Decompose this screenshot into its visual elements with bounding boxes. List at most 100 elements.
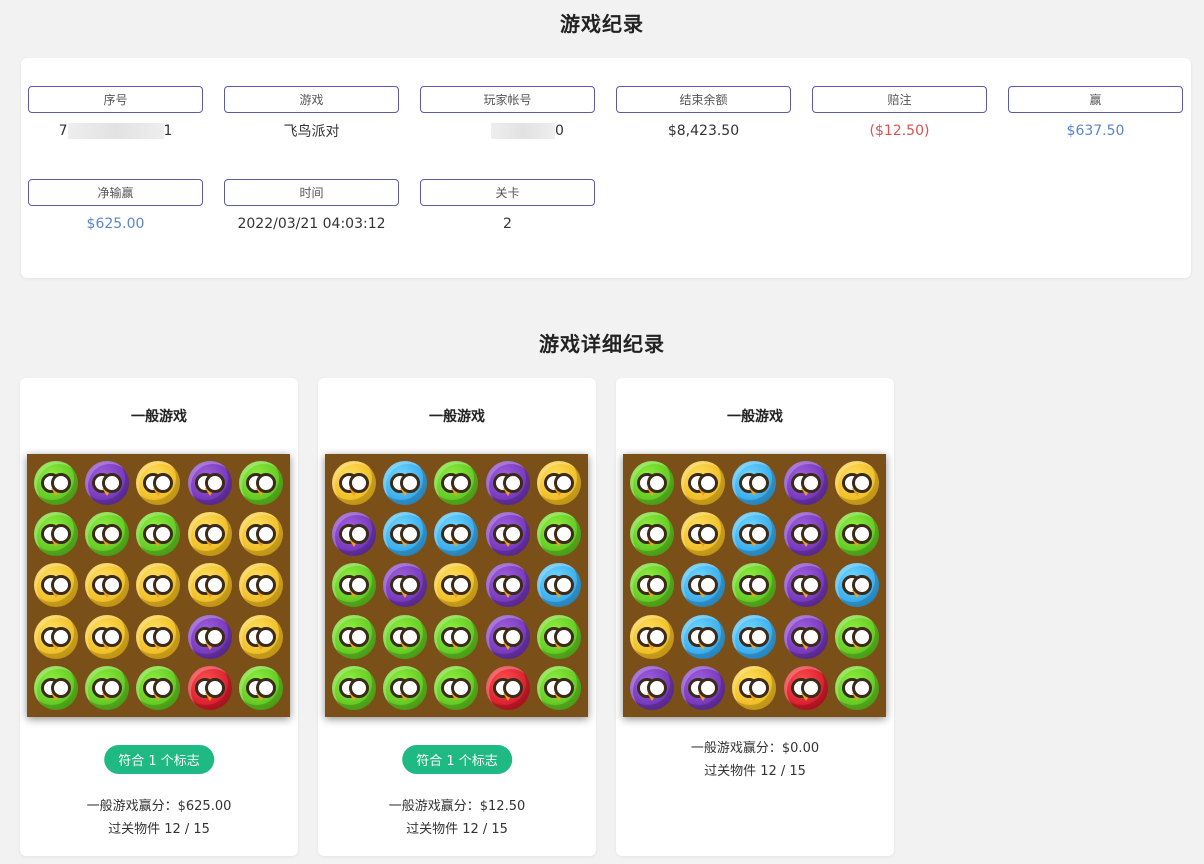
green-bird-icon — [629, 563, 674, 608]
board-cell — [328, 457, 379, 508]
yellow-bird-icon — [33, 563, 78, 608]
board-cell — [184, 663, 235, 714]
board-cell — [534, 611, 585, 662]
beak-icon — [256, 590, 267, 599]
purple-bird-icon — [783, 512, 828, 557]
field-value-time: 2022/03/21 04:03:12 — [237, 216, 386, 232]
red-bird-icon — [485, 666, 530, 711]
yellow-bird-icon — [239, 614, 284, 659]
match-flag-badge: 符合 1 个标志 — [104, 745, 214, 774]
beak-icon — [800, 487, 811, 496]
field-value-player-account: 0 — [420, 121, 595, 141]
game-board — [325, 454, 588, 717]
board-cell — [379, 508, 430, 559]
beak-icon — [102, 590, 113, 599]
field-time: 时间 2022/03/21 04:03:12 — [224, 179, 399, 234]
beak-icon — [400, 641, 411, 650]
green-bird-icon — [33, 666, 78, 711]
masked-value — [67, 123, 164, 139]
beak-icon — [646, 539, 657, 548]
board-cell — [626, 457, 677, 508]
board-cell — [832, 508, 883, 559]
board-cell — [780, 560, 831, 611]
green-bird-icon — [136, 512, 181, 557]
board-cell — [431, 508, 482, 559]
purple-bird-icon — [485, 614, 530, 659]
beak-icon — [749, 590, 760, 599]
game-board — [623, 454, 886, 717]
beak-icon — [400, 487, 411, 496]
blue-bird-icon — [835, 563, 880, 608]
purple-bird-icon — [485, 563, 530, 608]
field-win: 赢 $637.50 — [1008, 86, 1183, 141]
field-value-level: 2 — [503, 216, 512, 232]
board-cell — [832, 560, 883, 611]
board-cell — [729, 611, 780, 662]
board-cell — [626, 663, 677, 714]
board-cell — [236, 611, 287, 662]
blue-bird-icon — [681, 563, 726, 608]
beak-icon — [50, 590, 61, 599]
beak-icon — [50, 539, 61, 548]
beak-icon — [852, 641, 863, 650]
board-cell — [832, 663, 883, 714]
beak-icon — [153, 539, 164, 548]
green-bird-icon — [331, 563, 376, 608]
board-cell — [729, 457, 780, 508]
board-cell — [482, 457, 533, 508]
board-cell — [133, 663, 184, 714]
yellow-bird-icon — [331, 460, 376, 505]
board-cell — [482, 611, 533, 662]
beak-icon — [204, 539, 215, 548]
green-bird-icon — [434, 614, 479, 659]
board-cell — [30, 611, 81, 662]
beak-icon — [50, 487, 61, 496]
yellow-bird-icon — [85, 563, 130, 608]
board-cell — [729, 663, 780, 714]
beak-icon — [749, 487, 760, 496]
board-cell — [431, 663, 482, 714]
yellow-bird-icon — [239, 563, 284, 608]
field-index: 序号 71 — [28, 86, 203, 141]
win-score-line: 一般游戏赢分：$12.50 — [388, 799, 526, 814]
field-value-game: 飞鸟派对 — [283, 124, 340, 140]
beak-icon — [50, 641, 61, 650]
beak-icon — [698, 539, 709, 548]
beak-icon — [698, 693, 709, 702]
board-cell — [30, 663, 81, 714]
beak-icon — [646, 641, 657, 650]
green-bird-icon — [537, 666, 582, 711]
purple-bird-icon — [485, 512, 530, 557]
green-bird-icon — [434, 666, 479, 711]
beak-icon — [502, 693, 513, 702]
board-cell — [328, 508, 379, 559]
board-cell — [677, 663, 728, 714]
field-player-account: 玩家帐号 0 — [420, 86, 595, 141]
green-bird-icon — [537, 614, 582, 659]
beak-icon — [554, 641, 565, 650]
green-bird-icon — [33, 512, 78, 557]
field-value-win: $637.50 — [1066, 123, 1125, 139]
field-label: 结束余额 — [616, 86, 791, 113]
board-cell — [431, 611, 482, 662]
green-bird-icon — [835, 512, 880, 557]
red-bird-icon — [187, 666, 232, 711]
field-value-net-win: $625.00 — [86, 216, 145, 232]
field-label: 赔注 — [812, 86, 987, 113]
blue-bird-icon — [434, 512, 479, 557]
board-cell — [184, 611, 235, 662]
beak-icon — [400, 693, 411, 702]
board-cell — [729, 560, 780, 611]
green-bird-icon — [434, 460, 479, 505]
beak-icon — [451, 539, 462, 548]
board-cell — [133, 611, 184, 662]
board-cell — [626, 560, 677, 611]
beak-icon — [256, 693, 267, 702]
beak-icon — [554, 590, 565, 599]
purple-bird-icon — [629, 666, 674, 711]
green-bird-icon — [383, 666, 428, 711]
field-label: 净输赢 — [28, 179, 203, 206]
beak-icon — [698, 641, 709, 650]
yellow-bird-icon — [629, 614, 674, 659]
detail-card-2: 一般游戏 符合 1 个标志 一般游戏赢分：$12.50 过关物件 12 / 15 — [318, 378, 596, 856]
